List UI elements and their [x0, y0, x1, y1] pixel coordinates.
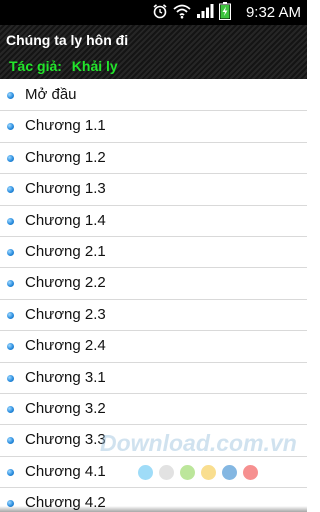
signal-icon: [196, 3, 214, 24]
scroll-edge-shadow: [0, 506, 307, 512]
chapter-label: Chương 2.2: [25, 274, 106, 292]
book-title: Chúng ta ly hôn đi: [6, 32, 129, 48]
chapter-item[interactable]: Chương 1.1: [0, 111, 307, 143]
bullet-icon: [7, 92, 14, 99]
chapter-label: Chương 1.4: [25, 211, 106, 229]
bullet-icon: [7, 468, 14, 476]
chapter-label: Chương 3.1: [25, 368, 106, 386]
bullet-icon: [7, 343, 14, 351]
author-name: Khải ly: [71, 58, 118, 74]
chapter-label: Chương 1.1: [25, 117, 106, 135]
bullet-icon: [7, 374, 14, 382]
chapter-item[interactable]: Chương 3.1: [0, 363, 307, 394]
chapter-item[interactable]: Chương 2.1: [0, 237, 307, 269]
bullet-icon: [7, 248, 14, 256]
chapter-label: Chương 3.3: [25, 431, 106, 449]
chapter-label: Chương 4.1: [25, 462, 106, 480]
bullet-icon: [7, 280, 14, 288]
chapter-item[interactable]: Chương 1.2: [0, 143, 307, 175]
bullet-icon: [7, 123, 14, 131]
chapter-label: Chương 1.3: [25, 180, 106, 198]
status-bar: 9:32 AM: [0, 0, 307, 25]
bullet-icon: [7, 405, 14, 413]
chapter-label: Chương 2.3: [25, 305, 106, 323]
chapter-item[interactable]: Chương 2.2: [0, 268, 307, 300]
bullet-icon: [7, 186, 14, 194]
status-icons: [152, 1, 231, 25]
chapter-label: Chương 3.2: [25, 399, 106, 417]
wifi-icon: [173, 3, 191, 24]
chapter-label: Mở đầu: [25, 86, 77, 103]
author-line: Tác giả: Khải ly: [9, 58, 124, 74]
bullet-icon: [7, 217, 14, 225]
chapter-item[interactable]: Chương 1.4: [0, 206, 307, 237]
chapter-label: Chương 2.1: [25, 242, 106, 260]
status-time: 9:32 AM: [245, 4, 301, 21]
chapter-item[interactable]: Chương 1.3: [0, 174, 307, 206]
chapter-label: Chương 1.2: [25, 148, 106, 166]
alarm-icon: [152, 3, 168, 24]
chapter-item[interactable]: Chương 3.2: [0, 394, 307, 426]
battery-charging-icon: [219, 1, 231, 25]
app-screen: 9:32 AM Chúng ta ly hôn đi Tác giả: Khải…: [0, 0, 307, 512]
chapter-item[interactable]: Mở đầu: [0, 80, 307, 112]
chapter-list: Mở đầu Chương 1.1 Chương 1.2 Chương 1.3 …: [0, 80, 307, 512]
chapter-item[interactable]: Chương 2.4: [0, 331, 307, 363]
bullet-icon: [7, 154, 14, 162]
bullet-icon: [7, 437, 14, 445]
author-label: Tác giả:: [9, 58, 62, 74]
bullet-icon: [7, 311, 14, 319]
chapter-item[interactable]: Chương 3.3: [0, 425, 307, 457]
chapter-item[interactable]: Chương 2.3: [0, 300, 307, 332]
chapter-label: Chương 2.4: [25, 337, 106, 355]
header: Chúng ta ly hôn đi Tác giả: Khải ly: [0, 25, 307, 79]
chapter-item[interactable]: Chương 4.1: [0, 457, 307, 489]
